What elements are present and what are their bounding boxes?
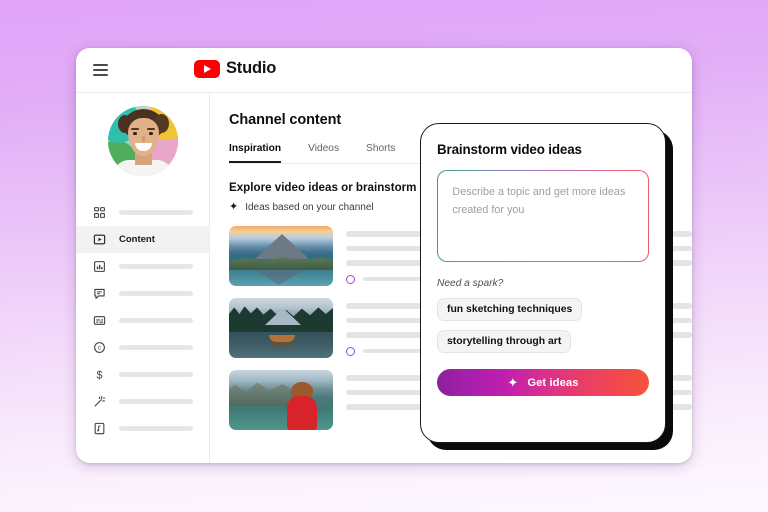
copyright-icon: c bbox=[92, 340, 107, 355]
sidebar-item-audio-library[interactable] bbox=[76, 415, 209, 442]
thumbnail-mountain bbox=[265, 308, 301, 325]
audio-library-note-icon bbox=[92, 421, 107, 436]
avatar-brow-left bbox=[130, 128, 139, 130]
tab-inspiration[interactable]: Inspiration bbox=[229, 143, 282, 163]
avatar-eye-right bbox=[148, 132, 153, 135]
brainstorm-dialog: Brainstorm video ideas Describe a topic … bbox=[420, 123, 666, 443]
sidebar-item-dashboard-placeholder bbox=[119, 210, 193, 215]
sidebar-item-customization-placeholder bbox=[119, 399, 193, 404]
avatar-nose bbox=[141, 136, 145, 142]
sidebar-item-earn-placeholder bbox=[119, 372, 193, 377]
thumbnail-person-coat bbox=[287, 396, 317, 430]
avatar-container bbox=[76, 106, 209, 176]
status-circle-icon bbox=[346, 274, 355, 284]
youtube-play-icon bbox=[194, 59, 220, 78]
topic-input-inner: Describe a topic and get more ideas crea… bbox=[438, 171, 648, 261]
sparkle-icon: ✦ bbox=[229, 201, 239, 213]
sidebar-item-subtitles[interactable] bbox=[76, 307, 209, 334]
dialog-title: Brainstorm video ideas bbox=[437, 142, 582, 157]
sidebar-item-analytics-placeholder bbox=[119, 264, 193, 269]
tab-shorts[interactable]: Shorts bbox=[366, 143, 395, 163]
analytics-bar-chart-icon bbox=[92, 259, 107, 274]
sidebar-item-copyright[interactable]: c bbox=[76, 334, 209, 361]
dashboard-grid-icon bbox=[92, 205, 107, 220]
sidebar: Content c $ bbox=[76, 93, 210, 463]
need-a-spark-label: Need a spark? bbox=[437, 278, 504, 289]
sidebar-item-earn[interactable]: $ bbox=[76, 361, 209, 388]
sidebar-item-subtitles-placeholder bbox=[119, 318, 193, 323]
sidebar-item-comments-placeholder bbox=[119, 291, 193, 296]
tab-videos[interactable]: Videos bbox=[308, 143, 339, 163]
comments-speech-bubble-icon bbox=[92, 286, 107, 301]
avatar-brow-right bbox=[146, 128, 155, 130]
brand-label: Studio bbox=[226, 59, 277, 77]
avatar[interactable] bbox=[107, 106, 178, 176]
brand-logo[interactable]: Studio bbox=[194, 59, 276, 78]
topic-input-placeholder: Describe a topic and get more ideas crea… bbox=[452, 186, 626, 216]
sidebar-item-comments[interactable] bbox=[76, 280, 209, 307]
sidebar-item-audio-library-placeholder bbox=[119, 426, 193, 431]
chip-fun-sketching-techniques[interactable]: fun sketching techniques bbox=[437, 298, 583, 321]
sidebar-item-content-label: Content bbox=[119, 234, 155, 245]
svg-text:$: $ bbox=[96, 369, 102, 381]
earn-dollar-icon: $ bbox=[92, 367, 107, 382]
sidebar-item-dashboard[interactable] bbox=[76, 199, 209, 226]
sidebar-item-customization[interactable] bbox=[76, 388, 209, 415]
topic-input[interactable]: Describe a topic and get more ideas crea… bbox=[437, 170, 649, 262]
mountain-lake-sunset-thumbnail[interactable] bbox=[229, 226, 333, 286]
person-red-jacket-mountain-lake-thumbnail[interactable] bbox=[229, 370, 333, 430]
get-ideas-button[interactable]: ✦ Get ideas bbox=[437, 369, 649, 396]
avatar-eye-left bbox=[132, 132, 137, 135]
thumbnail-reflection bbox=[255, 270, 303, 285]
chip-storytelling-through-art[interactable]: storytelling through art bbox=[437, 330, 572, 353]
svg-text:c: c bbox=[98, 346, 101, 352]
sparkle-icon: ✦ bbox=[507, 375, 519, 390]
thumbnail-boat-reflection bbox=[271, 342, 293, 347]
screenshot-stage: Studio Content c $ Channel content Inspi… bbox=[0, 0, 768, 512]
content-play-icon bbox=[92, 232, 107, 247]
hamburger-menu-icon[interactable] bbox=[93, 64, 108, 76]
boat-on-forest-lake-thumbnail[interactable] bbox=[229, 298, 333, 358]
status-circle-icon bbox=[346, 346, 355, 356]
suggestion-chips: fun sketching techniques storytelling th… bbox=[437, 289, 649, 353]
sidebar-item-content[interactable]: Content bbox=[76, 226, 209, 253]
customization-wand-icon bbox=[92, 394, 107, 409]
sidebar-item-copyright-placeholder bbox=[119, 345, 193, 350]
subtitles-icon bbox=[92, 313, 107, 328]
get-ideas-label: Get ideas bbox=[527, 376, 579, 389]
ideas-subtitle-label: Ideas based on your channel bbox=[245, 202, 374, 213]
app-topbar: Studio bbox=[76, 48, 692, 133]
sidebar-item-analytics[interactable] bbox=[76, 253, 209, 280]
thumbnail-boat bbox=[269, 335, 295, 342]
